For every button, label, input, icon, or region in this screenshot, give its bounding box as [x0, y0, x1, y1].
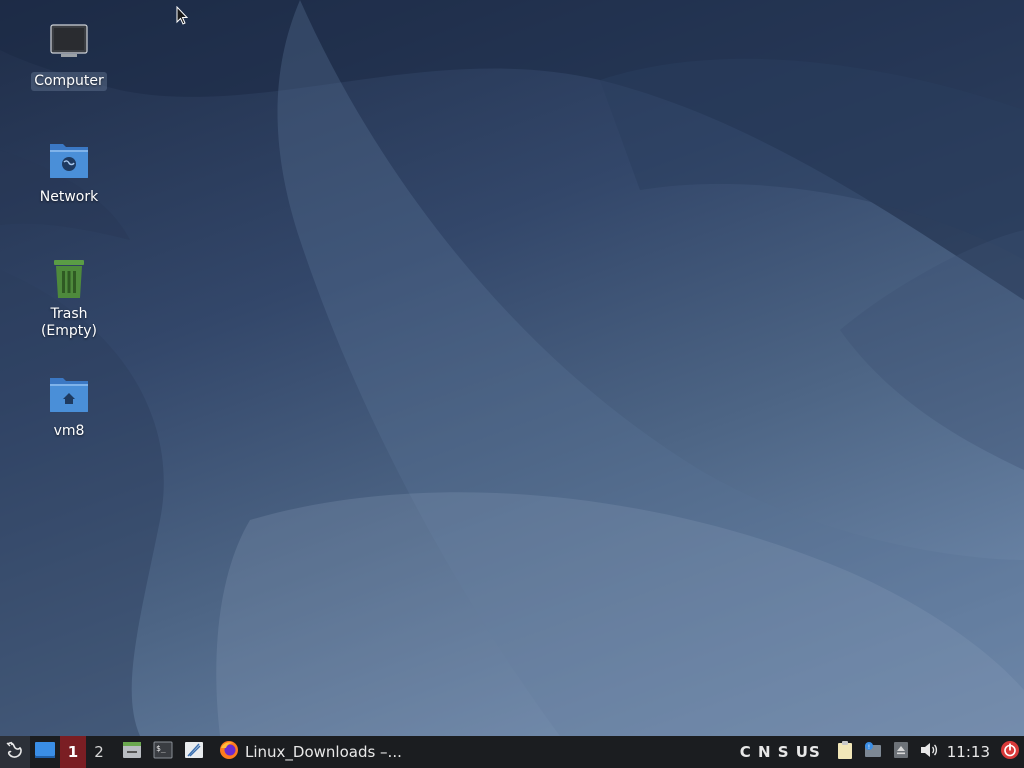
workspace-2-button[interactable]: 2 [86, 736, 112, 768]
desktop-icon-trash[interactable]: Trash (Empty) [21, 255, 117, 341]
file-manager-launcher[interactable] [116, 736, 147, 768]
clock[interactable]: 11:13 [947, 743, 990, 761]
network-folder-icon [45, 138, 93, 186]
desktop-icon-label: vm8 [53, 423, 85, 439]
workspace-label: 2 [94, 743, 104, 761]
clipboard-button[interactable] [831, 736, 859, 768]
volume-icon [919, 741, 939, 763]
power-button[interactable] [996, 736, 1024, 768]
clipboard-icon [836, 740, 854, 764]
workspace-label: 1 [67, 743, 79, 761]
eject-button[interactable] [887, 736, 915, 768]
show-desktop-button[interactable] [30, 736, 60, 768]
file-manager-icon [122, 740, 142, 764]
power-icon [1000, 740, 1020, 764]
desktop-icon-label: Network [39, 189, 99, 205]
show-desktop-icon [34, 741, 56, 763]
trash-icon [45, 255, 93, 303]
svg-text:$_: $_ [156, 744, 166, 753]
computer-icon [45, 22, 93, 70]
eject-icon [893, 741, 909, 763]
desktop-icon-label: Computer [31, 72, 107, 91]
taskbar: 1 2 $_ Linux_Downloads –... C N S US ! 1… [0, 736, 1024, 768]
keyboard-indicators[interactable]: C N S US [740, 743, 821, 761]
notification-icon: ! [863, 741, 883, 763]
workspace-1-button[interactable]: 1 [60, 736, 86, 768]
mouse-cursor-icon [176, 5, 190, 26]
text-editor-launcher[interactable] [178, 736, 209, 768]
terminal-launcher[interactable]: $_ [147, 736, 178, 768]
notifications-button[interactable]: ! [859, 736, 887, 768]
text-editor-icon [184, 740, 204, 764]
desktop-icon-home[interactable]: vm8 [21, 372, 117, 441]
desktop-icon-computer[interactable]: Computer [21, 22, 117, 91]
window-title: Linux_Downloads –... [245, 743, 402, 761]
terminal-icon: $_ [153, 740, 173, 764]
home-folder-icon [45, 372, 93, 420]
desktop-icon-network[interactable]: Network [21, 138, 117, 207]
firefox-icon [219, 740, 239, 764]
desktop-wallpaper [0, 0, 1024, 736]
taskbar-window-firefox[interactable]: Linux_Downloads –... [213, 736, 410, 768]
svg-text:!: ! [868, 744, 870, 751]
applications-menu-button[interactable] [0, 736, 30, 768]
desktop-icon-label: Trash (Empty) [40, 306, 98, 339]
xfce-mouse-icon [5, 740, 25, 764]
volume-button[interactable] [915, 736, 943, 768]
